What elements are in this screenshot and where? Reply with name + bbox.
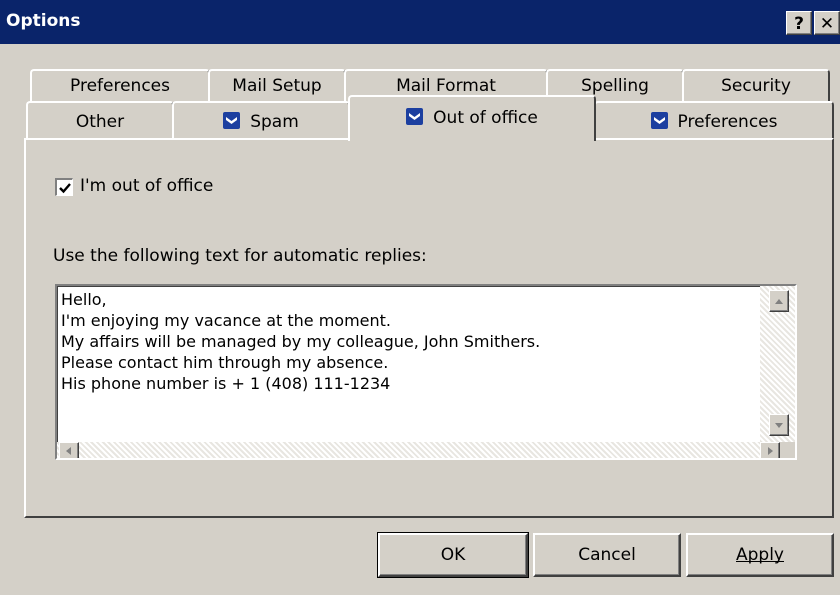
out-of-office-label: I'm out of office [80, 176, 214, 196]
tab-label: Security [721, 76, 791, 96]
tab-label: Other [75, 112, 125, 132]
title-bar: Options ? ✕ [0, 0, 840, 44]
tab-mail-setup[interactable]: Mail Setup [208, 69, 346, 101]
chevron-shield-icon [650, 105, 668, 129]
scroll-down-button[interactable] [769, 414, 789, 436]
chevron-shield-icon [406, 99, 424, 125]
chevron-shield-icon [223, 105, 241, 129]
tab-preferences[interactable]: Preferences [30, 69, 210, 101]
window-title: Options [6, 11, 81, 31]
ok-button[interactable]: OK [378, 533, 528, 577]
tab-out-of-office[interactable]: Out of office [348, 95, 596, 141]
reply-text-area[interactable]: Hello, I'm enjoying my vacance at the mo… [55, 284, 797, 460]
tab-security[interactable]: Security [682, 69, 830, 101]
tab-spam[interactable]: Spam [172, 101, 350, 139]
arrow-left-icon [66, 447, 71, 455]
help-button[interactable]: ? [786, 11, 812, 35]
tab-preferences-2[interactable]: Preferences [594, 101, 834, 139]
horizontal-scrollbar[interactable] [57, 442, 760, 458]
close-button[interactable]: ✕ [814, 11, 840, 35]
apply-label: Apply [736, 545, 784, 565]
arrow-up-icon [775, 299, 783, 304]
apply-button[interactable]: Apply [686, 533, 834, 577]
scrollbar-corner [760, 442, 795, 458]
tab-label: Preferences [677, 112, 778, 132]
scroll-left-button[interactable] [59, 442, 79, 458]
cancel-button[interactable]: Cancel [533, 533, 681, 577]
scroll-right-button[interactable] [760, 442, 780, 458]
tab-label: Spam [250, 112, 299, 132]
check-icon [59, 183, 71, 194]
vertical-scrollbar[interactable] [760, 286, 795, 442]
tab-other[interactable]: Other [26, 101, 174, 139]
out-of-office-checkbox[interactable] [55, 178, 73, 196]
reply-text[interactable]: Hello, I'm enjoying my vacance at the mo… [61, 289, 540, 394]
arrow-down-icon [775, 423, 783, 428]
scroll-up-button[interactable] [769, 290, 789, 312]
tab-label: Out of office [433, 108, 538, 128]
arrow-right-icon [768, 447, 773, 455]
tab-label: Mail Setup [232, 76, 322, 96]
replies-label: Use the following text for automatic rep… [53, 246, 427, 266]
tab-label: Preferences [70, 76, 170, 96]
